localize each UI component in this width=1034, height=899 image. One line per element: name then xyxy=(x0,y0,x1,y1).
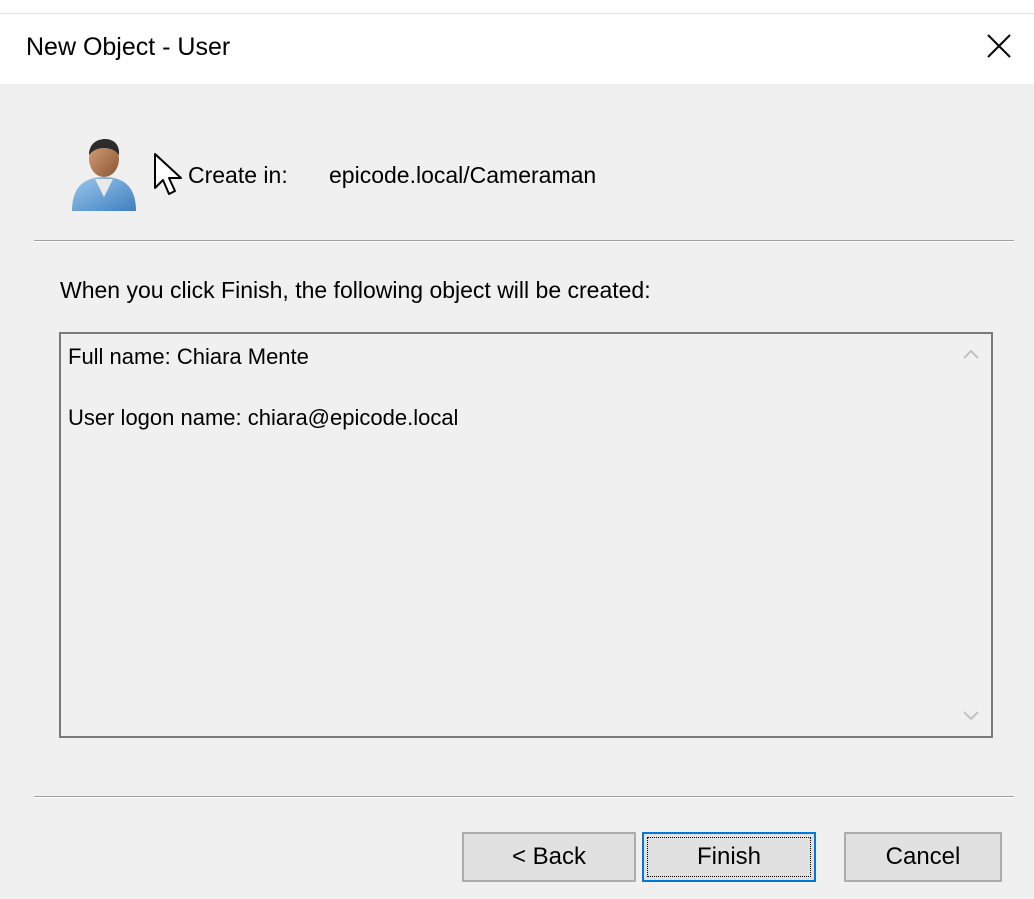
close-button[interactable] xyxy=(964,14,1034,78)
cancel-button[interactable]: Cancel xyxy=(844,832,1002,882)
create-in-path: epicode.local/Cameraman xyxy=(329,162,597,188)
scroll-up-button[interactable] xyxy=(951,334,991,374)
summary-logon-name: User logon name: chiara@epicode.local xyxy=(68,405,459,430)
instruction-text: When you click Finish, the following obj… xyxy=(60,277,651,303)
finish-button-label: Finish xyxy=(696,843,762,870)
finish-button[interactable]: Finish xyxy=(642,832,816,882)
top-divider xyxy=(34,240,1014,242)
bottom-divider xyxy=(34,796,1014,798)
top-edge xyxy=(0,0,1034,14)
window-title: New Object - User xyxy=(26,33,231,61)
title-bar[interactable]: New Object - User xyxy=(0,14,1034,84)
summary-full-name: Full name: Chiara Mente xyxy=(68,344,309,369)
dialog-content: Create in: epicode.local/Cameraman When … xyxy=(10,84,1024,899)
chevron-up-icon xyxy=(963,349,979,359)
mouse-cursor-icon xyxy=(154,153,182,195)
vertical-scrollbar[interactable] xyxy=(950,334,991,736)
close-icon xyxy=(987,34,1011,58)
summary-textbox[interactable]: Full name: Chiara Mente User logon name:… xyxy=(59,332,993,738)
chevron-down-icon xyxy=(963,711,979,721)
user-icon xyxy=(72,139,136,211)
scroll-down-button[interactable] xyxy=(951,696,991,736)
create-in-label: Create in: xyxy=(188,162,288,188)
back-button[interactable]: < Back xyxy=(462,832,636,882)
